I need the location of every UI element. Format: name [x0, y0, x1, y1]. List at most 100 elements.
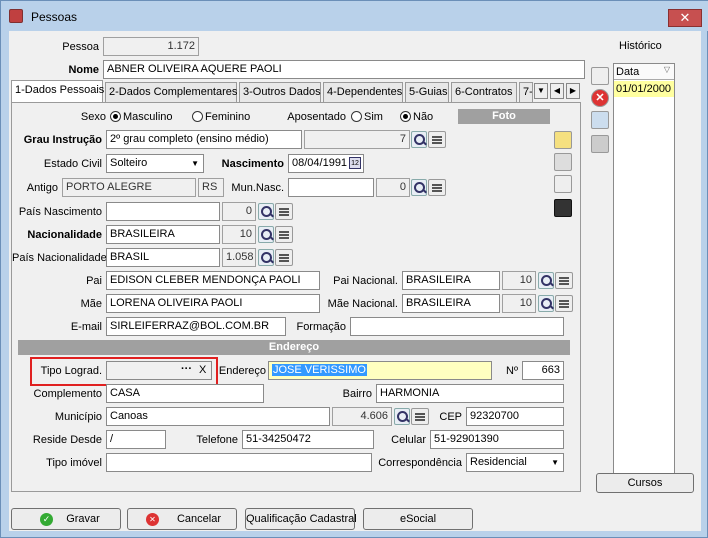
pai-nacional-field[interactable]: BRASILEIRA: [402, 271, 500, 290]
pais-nascimento-label: País Nascimento: [18, 206, 102, 218]
nacionalidade-lookup[interactable]: [258, 225, 294, 244]
historico-row[interactable]: 01/01/2000: [614, 81, 674, 97]
historico-col-label: Data: [616, 66, 640, 78]
sexo-masculino-radio[interactable]: [110, 111, 121, 122]
tab-dados-complementares[interactable]: 2-Dados Complementares: [105, 82, 237, 102]
tab-dropdown-icon[interactable]: ▼: [534, 83, 548, 99]
mae-nacional-lookup[interactable]: [538, 294, 574, 313]
formacao-label: Formação: [296, 321, 346, 333]
search-icon[interactable]: [258, 249, 274, 266]
numero-field[interactable]: 663: [522, 361, 564, 380]
tab-contratos[interactable]: 6-Contratos: [451, 82, 517, 102]
pai-field[interactable]: EDISON CLEBER MENDONÇA PAOLI: [106, 271, 320, 290]
correspondencia-select[interactable]: Residencial ▼: [466, 453, 564, 472]
search-icon[interactable]: [394, 408, 410, 425]
list-icon[interactable]: [411, 408, 429, 425]
edit-history-icon[interactable]: [591, 67, 609, 85]
pais-nascimento-field[interactable]: [106, 202, 220, 221]
trash-icon[interactable]: [554, 175, 572, 193]
municipio-lookup[interactable]: [394, 407, 430, 426]
antigo-field: PORTO ALEGRE: [62, 178, 196, 197]
historico-col-data[interactable]: Data ▽: [614, 64, 674, 80]
search-icon[interactable]: [538, 295, 554, 312]
tab-outros-dados[interactable]: 3-Outros Dados: [239, 82, 321, 102]
nascimento-label: Nascimento: [221, 158, 284, 170]
esocial-button[interactable]: eSocial: [363, 508, 473, 530]
nacionalidade-field[interactable]: BRASILEIRA: [106, 225, 220, 244]
nascimento-field[interactable]: 08/04/1991 12: [288, 154, 364, 173]
save-disk-icon[interactable]: [554, 153, 572, 171]
gravar-button[interactable]: ✓ Gravar: [11, 508, 121, 530]
historico-grid[interactable]: Data ▽ 01/01/2000: [613, 63, 675, 488]
aposentado-nao-radio[interactable]: [400, 111, 411, 122]
estado-civil-select[interactable]: Solteiro ▼: [106, 154, 204, 173]
search-icon[interactable]: [411, 179, 427, 196]
delete-history-icon[interactable]: ✕: [591, 89, 609, 107]
tab-scroll-right-icon[interactable]: ▶: [566, 83, 580, 99]
qualificacao-cadastral-button[interactable]: Qualificação Cadastral: [245, 508, 357, 530]
reside-desde-field[interactable]: /: [106, 430, 166, 449]
tab-7[interactable]: 7-: [519, 82, 533, 102]
tipo-imovel-field[interactable]: [106, 453, 372, 472]
sexo-feminino-radio[interactable]: [192, 111, 203, 122]
pais-nacionalidade-code: 1.058: [222, 248, 256, 267]
tipo-lograd-field[interactable]: ··· X: [106, 361, 212, 380]
pessoas-window: Pessoas ✕ Pessoa 1.172 Nome ABNER OLIVEI…: [0, 0, 708, 538]
tipo-imovel-label: Tipo imóvel: [46, 457, 102, 469]
tab-guias[interactable]: 5-Guias: [405, 82, 449, 102]
antigo-uf-field: RS: [198, 178, 224, 197]
list-icon[interactable]: [428, 131, 446, 148]
tab-dados-pessoais[interactable]: 1-Dados Pessoais: [11, 80, 104, 102]
bairro-field[interactable]: HARMONIA: [376, 384, 564, 403]
grau-instrucao-field[interactable]: 2º grau completo (ensino médio): [106, 130, 302, 149]
open-folder-icon[interactable]: [554, 131, 572, 149]
mun-nasc-lookup[interactable]: [411, 178, 447, 197]
aposentado-sim-radio[interactable]: [351, 111, 362, 122]
mae-nacional-field[interactable]: BRASILEIRA: [402, 294, 500, 313]
list-icon[interactable]: [428, 179, 446, 196]
search-icon[interactable]: [538, 272, 554, 289]
pais-nacionalidade-field[interactable]: BRASIL: [106, 248, 220, 267]
cancel-icon: ✕: [146, 513, 159, 526]
search-icon[interactable]: [258, 226, 274, 243]
calendar-icon[interactable]: 12: [349, 157, 361, 169]
sort-icon: ▽: [663, 65, 670, 74]
cep-field[interactable]: 92320700: [466, 407, 564, 426]
pai-nacional-lookup[interactable]: [538, 271, 574, 290]
list-icon[interactable]: [275, 249, 293, 266]
complemento-field[interactable]: CASA: [106, 384, 264, 403]
municipio-field[interactable]: Canoas: [106, 407, 330, 426]
mae-field[interactable]: LORENA OLIVEIRA PAOLI: [106, 294, 320, 313]
nome-field[interactable]: ABNER OLIVEIRA AQUERE PAOLI: [103, 60, 585, 79]
nacionalidade-label: Nacionalidade: [27, 229, 102, 241]
email-field[interactable]: SIRLEIFERRAZ@BOL.COM.BR: [106, 317, 286, 336]
list-icon[interactable]: [555, 272, 573, 289]
close-button[interactable]: ✕: [668, 9, 702, 27]
camera-icon[interactable]: [554, 199, 572, 217]
cep-label: CEP: [439, 411, 462, 423]
numero-label: Nº: [506, 365, 518, 377]
search-icon[interactable]: [411, 131, 427, 148]
search-icon[interactable]: [258, 203, 274, 220]
list-icon[interactable]: [275, 226, 293, 243]
telefone-field[interactable]: 51-34250472: [242, 430, 374, 449]
pai-nacional-label: Pai Nacional.: [333, 275, 398, 287]
history-list-icon[interactable]: [591, 111, 609, 129]
celular-label: Celular: [391, 434, 426, 446]
formacao-field[interactable]: [350, 317, 564, 336]
pais-nacionalidade-lookup[interactable]: [258, 248, 294, 267]
ellipsis-icon[interactable]: ···: [181, 363, 192, 375]
tab-scroll-left-icon[interactable]: ◀: [550, 83, 564, 99]
cursos-button[interactable]: Cursos: [596, 473, 694, 493]
clear-icon[interactable]: X: [199, 364, 206, 376]
endereco-field[interactable]: JOSE VERISSIMO: [268, 361, 492, 380]
cancelar-button[interactable]: ✕ Cancelar: [127, 508, 237, 530]
pais-nascimento-lookup[interactable]: [258, 202, 294, 221]
print-icon[interactable]: [591, 135, 609, 153]
list-icon[interactable]: [275, 203, 293, 220]
celular-field[interactable]: 51-92901390: [430, 430, 564, 449]
grau-instrucao-lookup[interactable]: [411, 130, 447, 149]
list-icon[interactable]: [555, 295, 573, 312]
tab-dependentes[interactable]: 4-Dependentes: [323, 82, 403, 102]
mun-nasc-field[interactable]: [288, 178, 374, 197]
